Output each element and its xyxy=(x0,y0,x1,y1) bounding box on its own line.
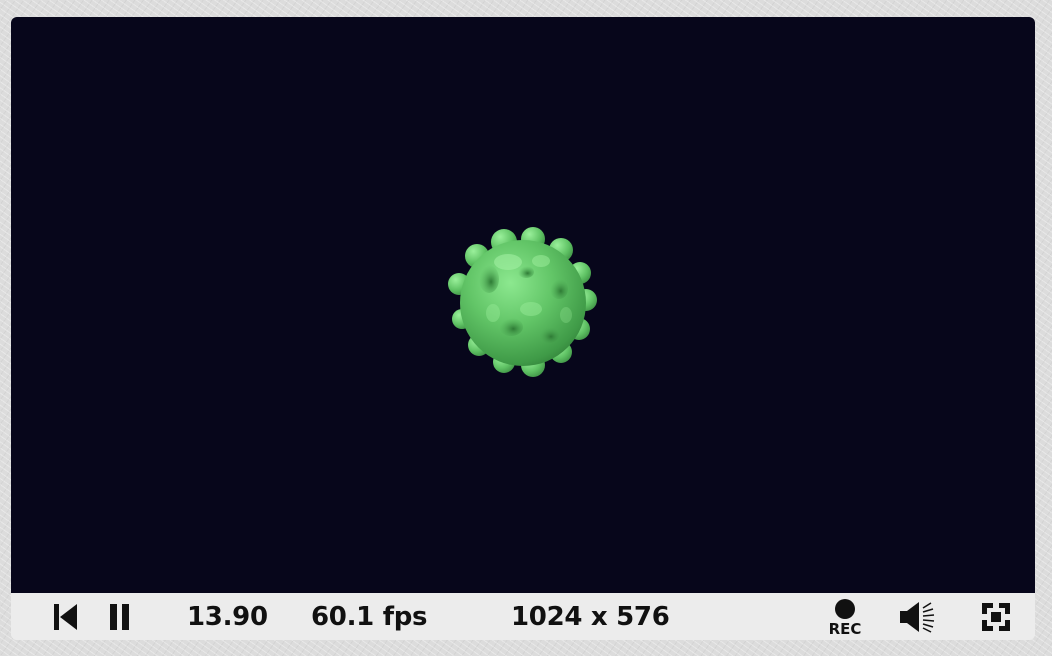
record-button[interactable]: REC xyxy=(823,597,867,639)
pause-button[interactable] xyxy=(108,603,132,631)
render-viewport[interactable] xyxy=(11,17,1035,593)
fullscreen-button[interactable] xyxy=(981,602,1011,632)
time-display: 13.90 xyxy=(187,602,268,632)
pause-icon xyxy=(110,604,129,630)
speaker-icon xyxy=(900,602,935,633)
record-label: REC xyxy=(828,620,862,638)
fps-display: 60.1 fps xyxy=(311,602,428,632)
skip-to-start-button[interactable] xyxy=(52,603,78,631)
skip-to-start-icon xyxy=(54,604,77,630)
volume-button[interactable] xyxy=(899,600,937,634)
resolution-display: 1024 x 576 xyxy=(511,602,670,632)
fullscreen-icon xyxy=(982,603,1010,631)
controls-bar: 13.90 60.1 fps 1024 x 576 REC xyxy=(11,593,1035,640)
green-blob-object xyxy=(448,227,597,377)
render-canvas xyxy=(448,227,597,377)
shader-player: 13.90 60.1 fps 1024 x 576 REC xyxy=(11,17,1035,640)
record-icon xyxy=(835,599,855,619)
